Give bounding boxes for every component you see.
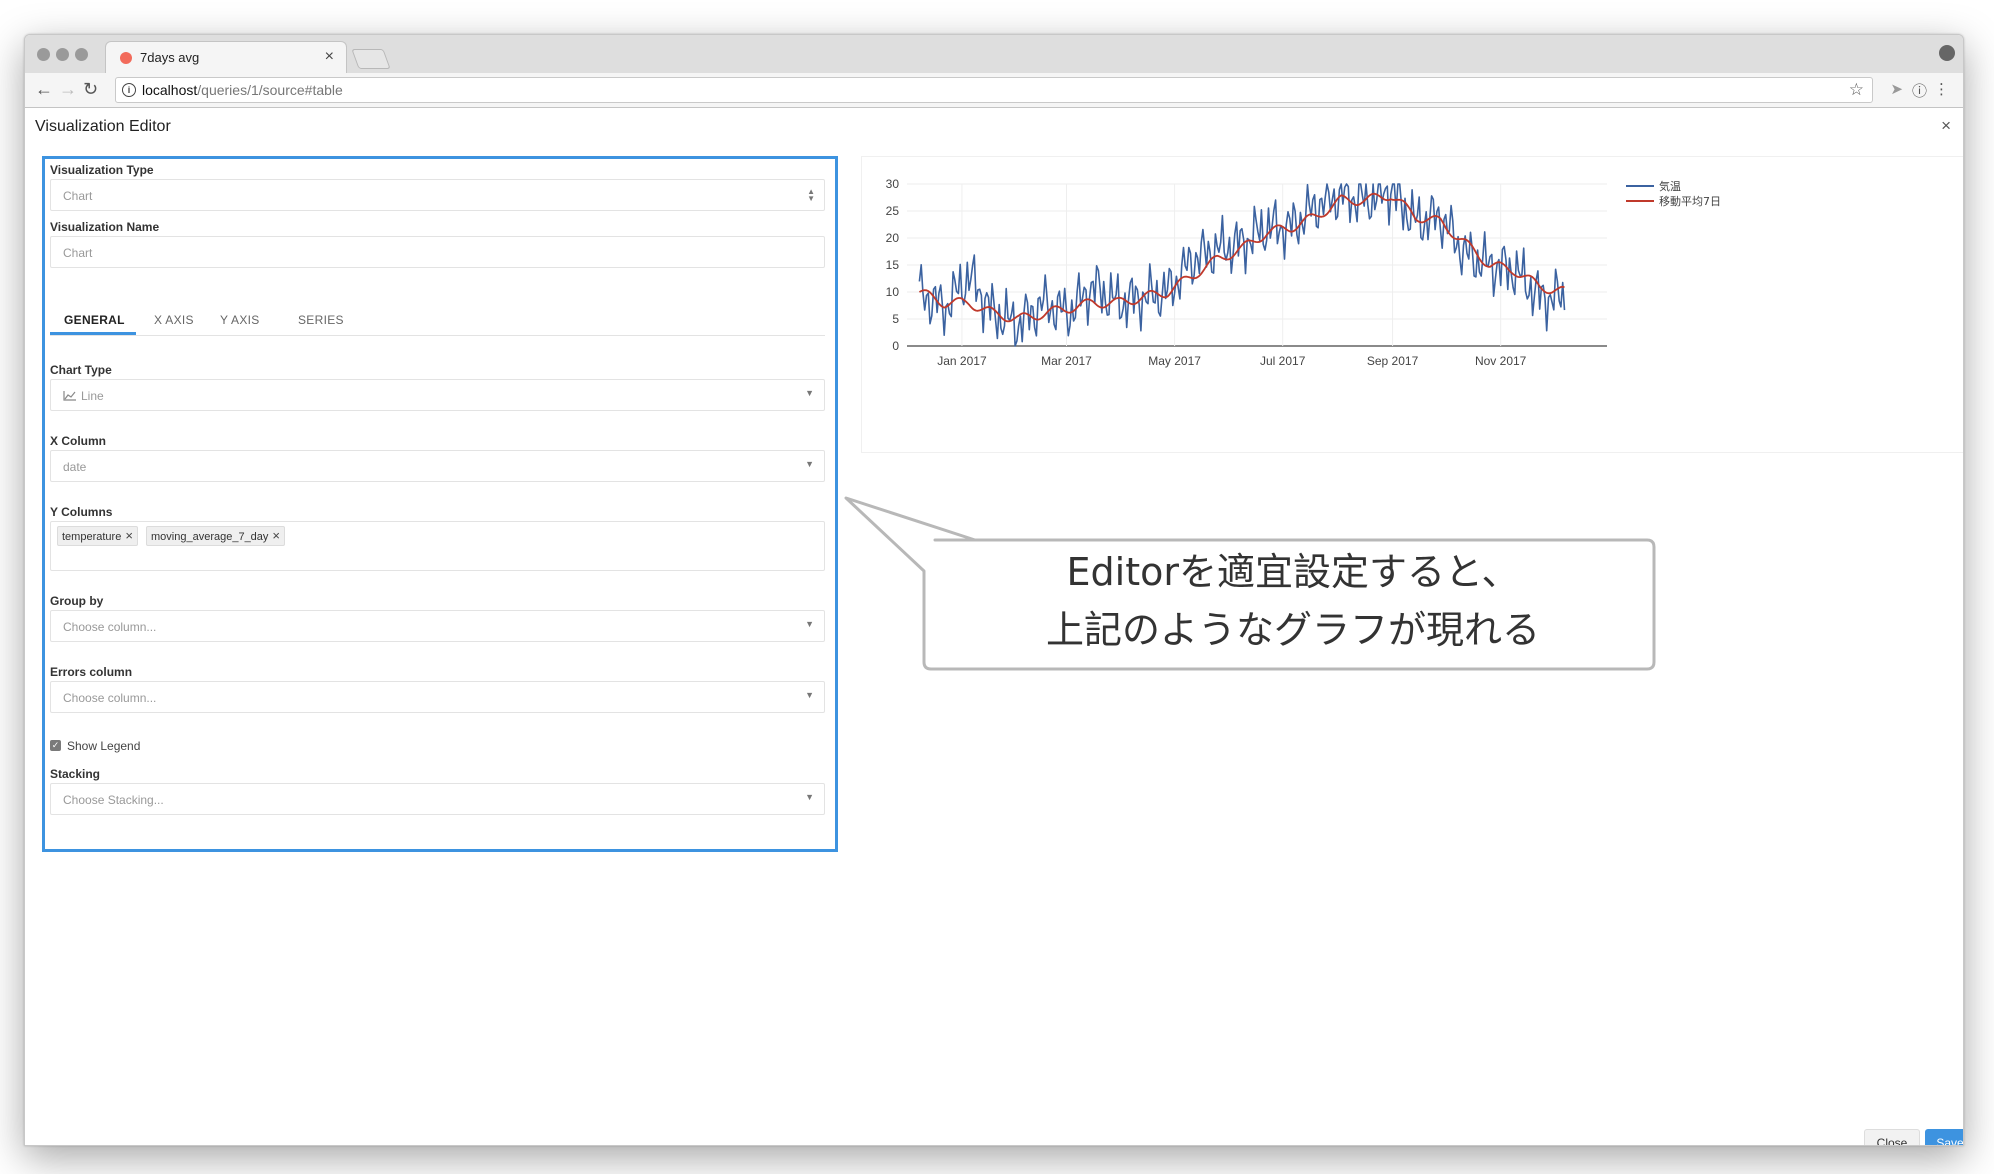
forward-arrow-icon[interactable]: → [59,79,77,99]
callout-line-2: 上記のようなグラフが現れる [1045,608,1540,652]
active-tab-indicator [50,332,136,335]
tab-strip: 7days avg × [25,35,1963,75]
chart-type-select[interactable]: Line ▼ [50,379,825,411]
legend-label: 移動平均7日 [1659,194,1721,208]
visualization-type-select[interactable]: Chart ▲ ▼ [50,179,825,211]
chart-type-text: Line [81,389,104,403]
y-columns-label: Y Columns [50,505,113,519]
tab-series[interactable]: SERIES [298,313,344,327]
save-button[interactable]: Save [1925,1129,1963,1145]
callout-line-1: Editorを適宜設定すると、 [1066,550,1520,594]
line-chart-icon [63,391,76,401]
chart-type-value: Line [63,389,104,403]
bookmark-star-icon[interactable]: ☆ [1849,80,1864,100]
url-host: localhost [142,82,198,98]
new-tab-button[interactable] [351,49,391,69]
minimize-window-button[interactable] [56,48,69,61]
y-tick-label: 10 [886,285,900,299]
y-tick-label: 20 [886,231,900,245]
chip-label: moving_average_7_day [151,531,269,543]
x-column-select[interactable]: date ▼ [50,450,825,482]
modal-title: Visualization Editor [35,118,171,135]
redash-favicon-icon [120,52,132,64]
profile-icon[interactable] [1939,45,1955,61]
y-columns-multiselect[interactable]: temperature × moving_average_7_day × [50,521,825,571]
close-window-button[interactable] [37,48,50,61]
chart-type-label: Chart Type [50,363,112,377]
remove-chip-icon[interactable]: × [125,528,133,543]
x-tick-label: Jul 2017 [1260,354,1306,368]
errors-column-placeholder: Choose column... [63,691,157,705]
group-by-placeholder: Choose column... [63,620,157,634]
chevron-down-icon: ▼ [805,459,814,469]
callout-text: Editorを適宜設定すると、 上記のようなグラフが現れる [930,543,1656,659]
stacking-placeholder: Choose Stacking... [63,793,164,807]
editor-panel: Visualization Type Chart ▲ ▼ Visualizatio… [42,156,838,852]
show-legend-checkbox[interactable]: ✓ [50,740,61,751]
visualization-type-label: Visualization Type [50,163,154,177]
y-column-chip-temperature: temperature × [57,526,138,546]
stacking-select[interactable]: Choose Stacking... ▼ [50,783,825,815]
x-tick-label: Sep 2017 [1367,354,1419,368]
stacking-label: Stacking [50,767,101,781]
y-tick-label: 15 [886,258,900,272]
errors-column-select[interactable]: Choose column... ▼ [50,681,825,713]
group-by-label: Group by [50,594,104,608]
extension-cursor-icon[interactable]: ➤ [1890,80,1903,98]
tab-general[interactable]: GENERAL [64,313,125,327]
visualization-name-label: Visualization Name [50,220,160,234]
maximize-window-button[interactable] [75,48,88,61]
y-tick-label: 5 [892,312,899,326]
chevron-down-icon: ▼ [805,690,814,700]
chip-label: temperature [62,531,122,543]
chevron-down-icon: ▼ [805,388,814,398]
visualization-name-input[interactable]: Chart [50,236,825,268]
show-legend-label: Show Legend [67,739,141,753]
y-tick-label: 25 [886,204,900,218]
info-icon[interactable]: i [122,83,136,97]
group-by-select[interactable]: Choose column... ▼ [50,610,825,642]
x-tick-label: May 2017 [1148,354,1201,368]
y-tick-label: 30 [886,177,900,191]
tab-x-axis[interactable]: X AXIS [154,313,194,327]
x-column-label: X Column [50,434,106,448]
visualization-name-value: Chart [63,246,93,260]
tab-title: 7days avg [140,50,200,65]
url-text: localhost/queries/1/source#table [142,82,343,98]
url-path: /queries/1/source#table [197,82,343,98]
tab-y-axis[interactable]: Y AXIS [220,313,260,327]
extension-info-icon[interactable]: ⓘ [1912,80,1927,101]
browser-menu-icon[interactable]: ⋮ [1934,80,1949,98]
browser-toolbar: ← → ↻ i localhost/queries/1/source#table… [25,73,1963,108]
reload-icon[interactable]: ↻ [83,79,98,99]
back-arrow-icon[interactable]: ← [35,79,53,99]
y-tick-label: 0 [892,339,899,353]
address-bar[interactable]: i localhost/queries/1/source#table ☆ [115,77,1873,103]
visualization-type-value: Chart [63,189,93,203]
browser-tab[interactable]: 7days avg × [105,41,347,75]
chart-preview: 0 5 10 15 20 25 30 Jan 2017 Mar 2017 May 2017 Jul … [861,156,1963,453]
select-arrows-icon: ▲ ▼ [807,187,815,203]
x-column-value: date [63,460,87,474]
chevron-down-icon: ▼ [805,619,814,629]
y-column-chip-moving-average: moving_average_7_day × [146,526,286,546]
chevron-down-icon: ▼ [805,792,814,802]
modal-close-icon[interactable]: × [1941,116,1951,136]
line-chart: 0 5 10 15 20 25 30 Jan 2017 Mar 2017 May 2017 Jul … [886,177,1721,368]
x-tick-label: Jan 2017 [937,354,987,368]
editor-tabs: GENERAL X AXIS Y AXIS SERIES [50,299,825,336]
x-tick-label: Mar 2017 [1041,354,1092,368]
tab-close-icon[interactable]: × [325,48,334,66]
errors-column-label: Errors column [50,665,133,679]
x-tick-label: Nov 2017 [1475,354,1527,368]
remove-chip-icon[interactable]: × [272,528,280,543]
legend-label: 気温 [1659,179,1681,193]
close-button[interactable]: Close [1864,1129,1920,1145]
